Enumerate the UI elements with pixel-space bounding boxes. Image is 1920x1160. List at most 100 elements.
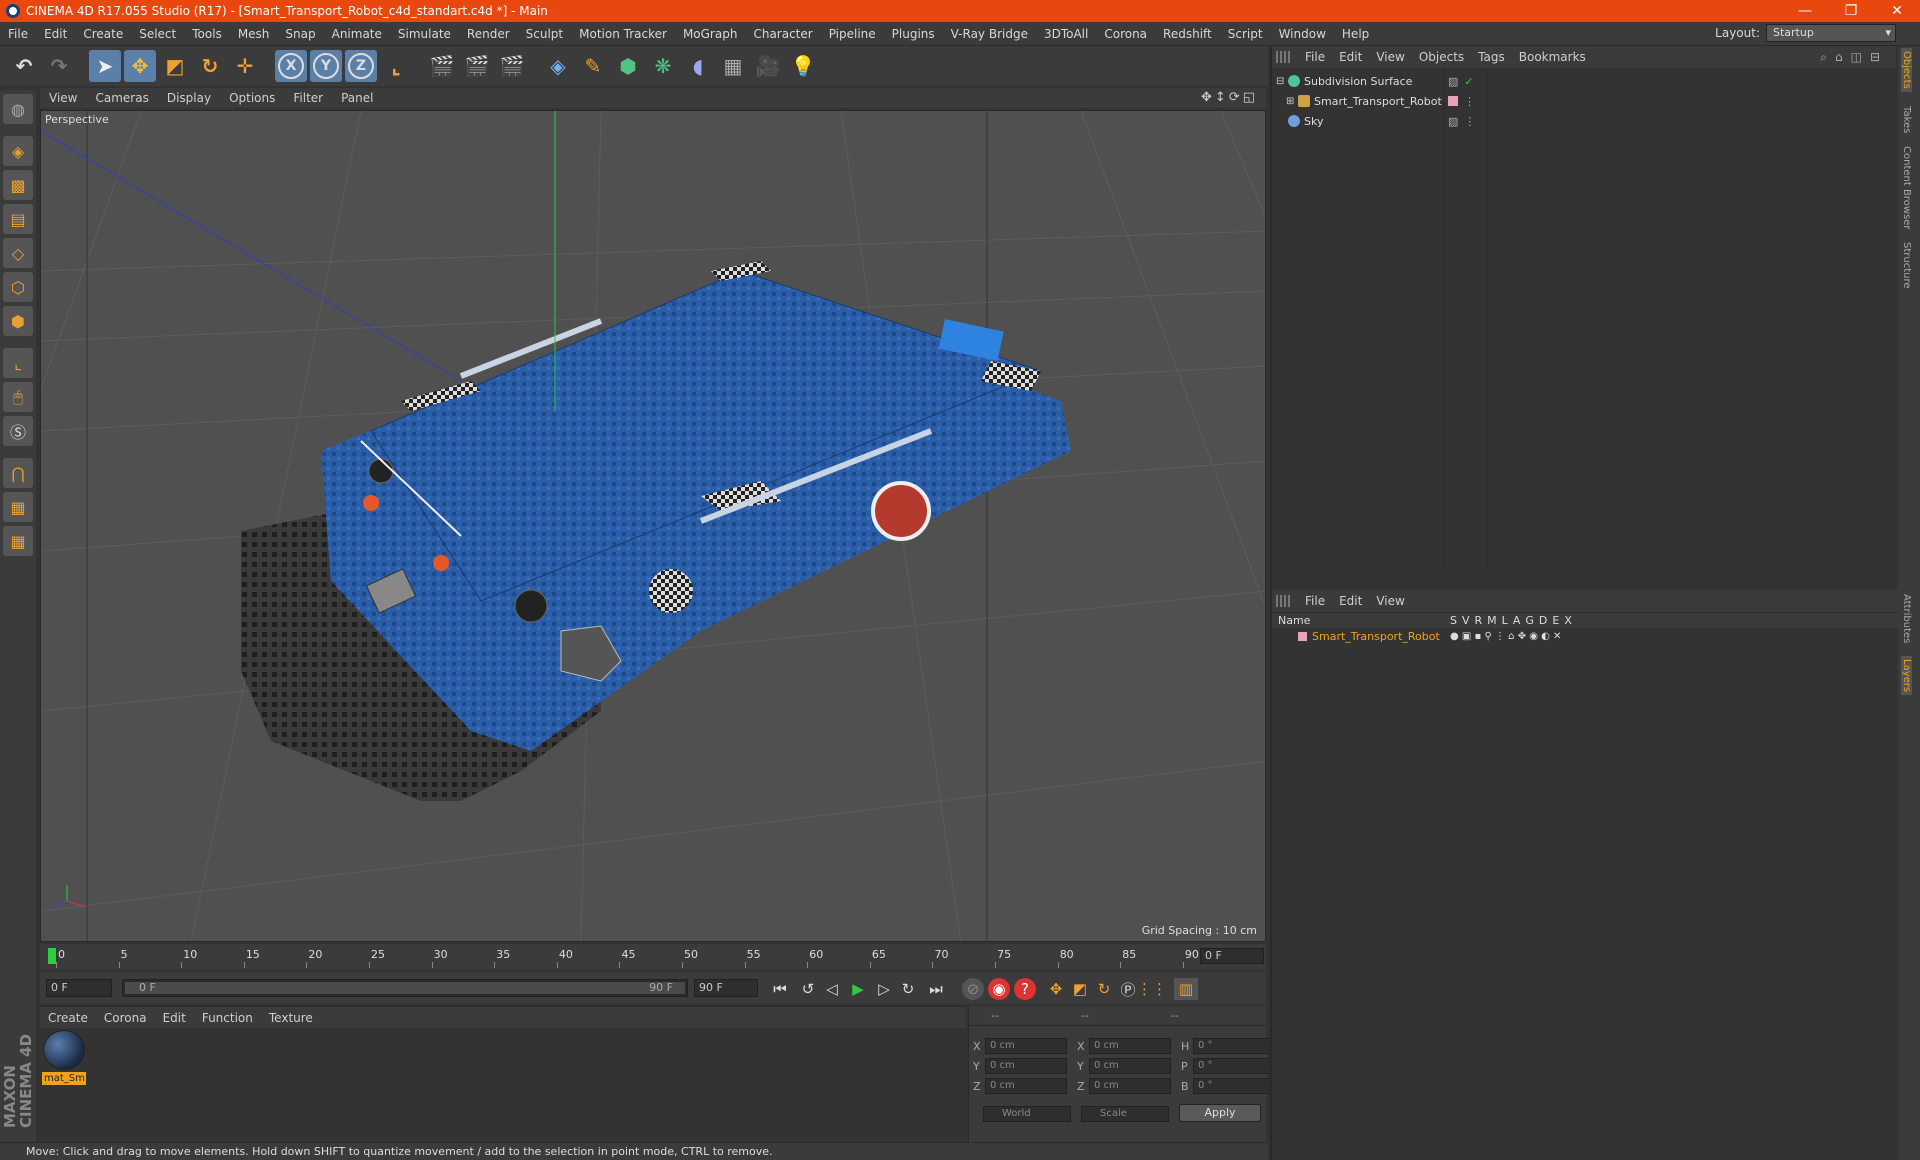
coordinate-system-button[interactable]: ⌞ <box>380 50 412 82</box>
timeline-playhead[interactable] <box>48 948 56 964</box>
layer-color-swatch[interactable] <box>1298 631 1307 641</box>
floor-button[interactable]: ▦ <box>717 50 749 82</box>
apply-button[interactable]: Apply <box>1179 1104 1261 1122</box>
points-mode-button[interactable]: ◇ <box>3 238 33 268</box>
col-animation[interactable]: A <box>1513 614 1521 627</box>
texture-mode-button[interactable]: ▩ <box>3 170 33 200</box>
tab-layers[interactable]: Layers <box>1901 656 1912 696</box>
timeline[interactable]: 0 5 10 15 20 25 30 35 40 45 50 55 60 65 70 75 80 85 90 0 F <box>40 944 1266 970</box>
menu-redshift[interactable]: Redshift <box>1155 22 1220 46</box>
key-position-button[interactable]: ✥ <box>1044 978 1068 1000</box>
tab-structure[interactable]: Structure <box>1901 242 1912 289</box>
panel-grip-icon[interactable] <box>1276 595 1290 607</box>
menu-help[interactable]: Help <box>1334 22 1377 46</box>
expand-icon[interactable]: ⊞ <box>1286 96 1294 107</box>
light-button[interactable]: 💡 <box>787 50 819 82</box>
panel-grip-icon[interactable] <box>1276 51 1290 63</box>
material-menu-function[interactable]: Function <box>194 1011 261 1025</box>
menu-corona[interactable]: Corona <box>1096 22 1155 46</box>
planar-workplane-button[interactable]: ▦ <box>3 526 33 556</box>
keyframe-selection-button[interactable]: ⊘ <box>962 978 984 1000</box>
col-locked[interactable]: L <box>1502 614 1508 627</box>
menu-3dtoall[interactable]: 3DToAll <box>1036 22 1096 46</box>
deformer-button[interactable]: ◖ <box>682 50 714 82</box>
object-row[interactable]: Sky ▨ ⋮ <box>1272 112 1896 130</box>
object-flags[interactable]: ▨ ✓ <box>1448 75 1474 88</box>
render-view-button[interactable]: 🎬 <box>426 50 458 82</box>
next-key-button[interactable]: ↻ <box>896 978 920 1000</box>
menu-window[interactable]: Window <box>1271 22 1334 46</box>
play-button[interactable]: ▶ <box>846 978 870 1000</box>
record-keys-button[interactable]: ◉ <box>988 978 1010 1000</box>
viewport-menu-display[interactable]: Display <box>158 91 220 105</box>
object-row[interactable]: ⊟ Subdivision Surface ▨ ✓ <box>1272 72 1896 90</box>
current-frame-field[interactable]: 0 F <box>1200 948 1264 964</box>
col-expressions[interactable]: E <box>1552 614 1559 627</box>
tweak-mode-button[interactable]: 🖱 <box>3 382 33 412</box>
menu-motion-tracker[interactable]: Motion Tracker <box>571 22 675 46</box>
layer-row[interactable]: Smart_Transport_Robot ● ▣ ▪ ⚲ ⋮ ⌂ ✥ ◉ ◐ … <box>1272 628 1898 644</box>
material-menu-texture[interactable]: Texture <box>261 1011 321 1025</box>
menu-select[interactable]: Select <box>131 22 184 46</box>
col-manager[interactable]: M <box>1487 614 1497 627</box>
material-menu-create[interactable]: Create <box>40 1011 96 1025</box>
magnet-button[interactable]: ⋂ <box>3 458 33 488</box>
position-z-field[interactable]: 0 cm <box>985 1078 1067 1094</box>
col-deformers[interactable]: D <box>1539 614 1547 627</box>
live-selection-button[interactable]: ➤ <box>89 50 121 82</box>
coordinate-space-dropdown[interactable]: World <box>983 1106 1071 1122</box>
menu-animate[interactable]: Animate <box>324 22 390 46</box>
size-y-field[interactable]: 0 cm <box>1089 1058 1171 1074</box>
viewport-menu-view[interactable]: View <box>40 91 86 105</box>
render-settings-button[interactable]: 🎬 <box>496 50 528 82</box>
viewport-menu-cameras[interactable]: Cameras <box>86 91 157 105</box>
tab-content-browser[interactable]: Content Browser <box>1901 146 1912 229</box>
material-swatch[interactable]: mat_Sm <box>42 1030 86 1088</box>
viewport-menu-options[interactable]: Options <box>220 91 284 105</box>
polygons-mode-button[interactable]: ⬢ <box>3 306 33 336</box>
cloner-button[interactable]: ❋ <box>647 50 679 82</box>
menu-plugins[interactable]: Plugins <box>884 22 943 46</box>
object-manager-search-icons[interactable]: ⌕⌂◫⊟ <box>1820 50 1888 65</box>
pen-spline-button[interactable]: ✎ <box>577 50 609 82</box>
col-view[interactable]: V <box>1462 614 1470 627</box>
object-flags[interactable]: ▨ ⋮ <box>1448 115 1475 128</box>
key-scale-button[interactable]: ◩ <box>1068 978 1092 1000</box>
menu-script[interactable]: Script <box>1220 22 1271 46</box>
layers-menu-file[interactable]: File <box>1298 594 1332 608</box>
key-rotation-button[interactable]: ↻ <box>1092 978 1116 1000</box>
layers-menu-edit[interactable]: Edit <box>1332 594 1369 608</box>
objects-menu-objects[interactable]: Objects <box>1412 50 1471 64</box>
tab-attributes[interactable]: Attributes <box>1901 594 1912 643</box>
menu-sculpt[interactable]: Sculpt <box>518 22 571 46</box>
close-button[interactable]: ✕ <box>1874 0 1920 22</box>
object-name[interactable]: Smart_Transport_Robot <box>1314 95 1442 108</box>
viewport-menu-filter[interactable]: Filter <box>284 91 332 105</box>
key-pla-button[interactable]: ⋮⋮ <box>1137 978 1167 1000</box>
snap-button[interactable]: Ⓢ <box>3 416 33 446</box>
rotation-p-field[interactable]: 0 ° <box>1193 1058 1275 1074</box>
x-axis-lock-button[interactable]: X <box>275 50 307 82</box>
tab-takes[interactable]: Takes <box>1901 106 1912 133</box>
next-frame-button[interactable]: ▷ <box>872 978 896 1000</box>
menu-vray-bridge[interactable]: V-Ray Bridge <box>943 22 1036 46</box>
menu-mograph[interactable]: MoGraph <box>675 22 746 46</box>
axis-mode-button[interactable]: ⌞ <box>3 348 33 378</box>
redo-button[interactable]: ↷ <box>43 50 75 82</box>
timeline-ruler[interactable]: 0 5 10 15 20 25 30 35 40 45 50 55 60 65 70 75 80 85 90 <box>48 944 1199 970</box>
workplane-button[interactable]: ▤ <box>3 204 33 234</box>
make-editable-button[interactable]: ◍ <box>3 94 33 124</box>
menu-simulate[interactable]: Simulate <box>390 22 459 46</box>
frame-range-slider[interactable]: 0 F 90 F <box>122 979 688 997</box>
rotation-b-field[interactable]: 0 ° <box>1193 1078 1275 1094</box>
tab-objects[interactable]: Objects <box>1901 48 1912 92</box>
viewport-navigation-icons[interactable]: ✥↕⟳◱ <box>1201 90 1258 105</box>
menu-pipeline[interactable]: Pipeline <box>821 22 884 46</box>
maximize-button[interactable]: ❐ <box>1828 0 1874 22</box>
render-picture-viewer-button[interactable]: 🎬 <box>461 50 493 82</box>
transform-tool-button[interactable]: ✛ <box>229 50 261 82</box>
menu-file[interactable]: File <box>0 22 36 46</box>
layer-name[interactable]: Smart_Transport_Robot <box>1312 630 1440 643</box>
position-x-field[interactable]: 0 cm <box>985 1038 1067 1054</box>
size-z-field[interactable]: 0 cm <box>1089 1078 1171 1094</box>
